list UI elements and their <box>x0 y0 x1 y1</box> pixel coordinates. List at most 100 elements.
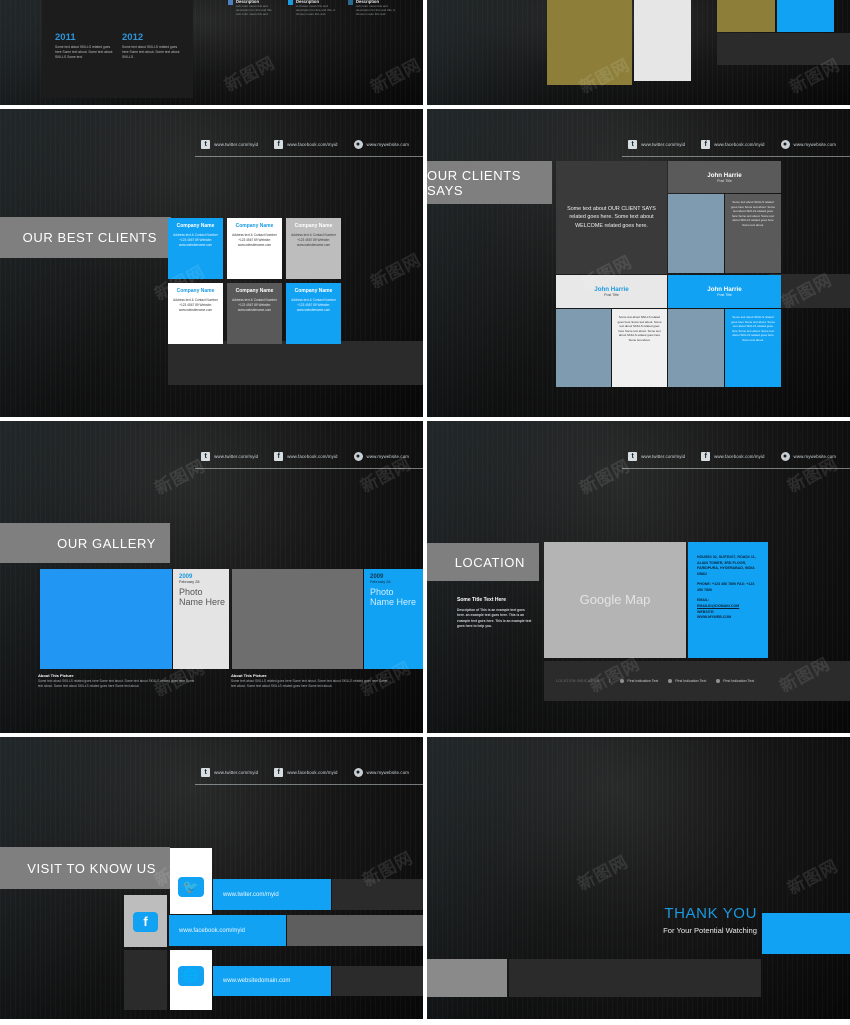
client-card[interactable]: Company Name Address text & Contact Numb… <box>227 218 282 279</box>
social-website[interactable]: ● www.mywebsite.com <box>780 451 836 461</box>
slide-awards[interactable]: 2010 Awards Name Awards For: This Awards… <box>427 0 850 105</box>
website-value[interactable]: WWW.MYWEB.COM <box>697 615 731 619</box>
globe-icon: ● <box>353 139 363 149</box>
watermark: 新图网 <box>367 55 423 98</box>
slide-visit-to-know-us[interactable]: t www.twitter.com/myid f www.facebook.co… <box>0 737 423 1019</box>
social-twitter[interactable]: t www.twitter.com/myid <box>201 451 259 461</box>
facebook-url-bar[interactable]: www.facebook.com/myid <box>169 915 286 946</box>
legend-swatch <box>228 0 233 5</box>
twitter-icon-box[interactable]: 🐦 <box>170 870 212 904</box>
slide-location[interactable]: t www.twitter.com/myid f www.facebook.co… <box>427 421 850 733</box>
gallery-caption-body: Some text about SKILLS related goes here… <box>38 679 195 688</box>
client-name: Company Name <box>176 288 215 294</box>
gallery-image[interactable] <box>232 569 363 669</box>
thank-you-subtitle: For Your Potential Watching <box>663 926 757 935</box>
website-left-tile <box>124 950 167 1010</box>
location-indicator[interactable]: First Indication Text <box>620 679 658 683</box>
award-strip <box>717 33 850 65</box>
client-card[interactable]: Company Name Address text & Contact Numb… <box>286 283 341 344</box>
year-label: 2012 <box>122 32 144 43</box>
footer-dark-block <box>509 959 761 997</box>
client-card[interactable]: Company Name Address text & Contact Numb… <box>286 218 341 279</box>
client-address: Address text & Contact Number +123 4567 … <box>173 233 218 247</box>
social-facebook[interactable]: f www.facebook.com/myid <box>701 451 764 461</box>
social-facebook[interactable]: f www.facebook.com/myid <box>274 451 337 461</box>
address-text: HOUSE# 32, SUITE#07, ROAD# 11, ALIAN TOW… <box>697 555 756 576</box>
social-facebook-url: www.facebook.com/myid <box>287 141 338 147</box>
globe-icon: ● <box>353 767 363 777</box>
website-icon-box[interactable]: 🌐 <box>170 959 212 993</box>
social-facebook[interactable]: f www.facebook.com/myid <box>701 139 764 149</box>
twitter-url-bar[interactable]: www.twiter.com/myid <box>213 879 331 910</box>
dot-icon <box>716 679 721 683</box>
testimonial-name-card: John Harrie Post Title <box>556 275 667 308</box>
facebook-icon-box[interactable]: f <box>124 905 167 939</box>
legend-body: sub color mean this and description for … <box>236 4 273 17</box>
twitter-trailing-bar <box>332 879 423 910</box>
testimonial-text: Some text about SKILLS related goes here… <box>725 309 781 387</box>
social-twitter-url: www.twitter.com/myid <box>214 453 259 459</box>
location-indicator[interactable]: First Indication Text <box>668 679 706 683</box>
social-twitter[interactable]: t www.twitter.com/myid <box>201 767 258 777</box>
watermark: 新图网 <box>574 852 632 895</box>
testimonial-quote: Some text about OUR CLIENT SAYS related … <box>556 161 667 274</box>
watermark: 新图网 <box>784 856 842 899</box>
twitter-icon: t <box>201 451 211 461</box>
social-twitter-url: www.twitter.com/myid <box>641 141 686 147</box>
social-twitter[interactable]: t www.twitter.com/myid <box>628 451 686 461</box>
client-name: Company Name <box>294 288 333 294</box>
social-twitter[interactable]: t www.twitter.com/myid <box>628 139 686 149</box>
facebook-trailing-bar <box>287 915 423 946</box>
social-website[interactable]: ● www.mywebsite.com <box>780 139 836 149</box>
website-url: www.websitedomain.com <box>223 978 291 984</box>
testimonial-photo <box>668 194 724 273</box>
facebook-icon: f <box>701 139 711 149</box>
website-label: WEBSITE: <box>697 609 715 614</box>
client-name: Company Name <box>235 288 274 294</box>
client-address: Address text & Contact Number +123 4567 … <box>232 298 277 312</box>
legend-item: Description sub color mean this and desc… <box>228 0 278 17</box>
thank-you-block: THANK YOU For Your Potential Watching <box>547 905 757 935</box>
gallery-image[interactable] <box>40 569 172 669</box>
website-url-bar[interactable]: www.websitedomain.com <box>213 966 331 996</box>
slide-timeline-chart[interactable]: 2011 Some text about SKILLS related goes… <box>0 0 423 105</box>
client-card[interactable]: Company Name Address text & Contact Numb… <box>227 283 282 344</box>
gallery-photo-name: Photo Name Here <box>370 587 417 608</box>
social-facebook[interactable]: f www.facebook.com/myid <box>274 139 338 149</box>
slide-thank-you[interactable]: THANK YOU For Your Potential Watching 新图… <box>427 737 850 1019</box>
slide-clients-says[interactable]: t www.twitter.com/myid f www.facebook.co… <box>427 109 850 417</box>
phone-text: PHONE: +123 456 7890 FAX: +123 456 7890 <box>697 582 755 592</box>
indicator-label: First Indication Text <box>723 679 755 683</box>
client-card[interactable]: Company Name Address text & Contact Numb… <box>168 218 223 279</box>
social-facebook[interactable]: f www.facebook.com/myid <box>274 767 338 777</box>
timeline-year-2: 2011 Some text about SKILLS related goes… <box>55 32 117 59</box>
google-map-placeholder[interactable]: Google Map <box>544 542 686 658</box>
slide-gallery[interactable]: t www.twitter.com/myid f www.facebook.co… <box>0 421 423 733</box>
dot-icon <box>668 679 673 683</box>
client-name: Company Name <box>294 223 333 229</box>
client-card[interactable]: Company Name Address text & Contact Numb… <box>168 283 223 344</box>
social-website[interactable]: ● www.mywebsite.com <box>353 767 409 777</box>
twitter-icon: t <box>201 139 211 149</box>
social-website[interactable]: ● www.mywebsite.com <box>353 139 409 149</box>
slide-best-clients[interactable]: t www.twitter.com/myid f www.facebook.co… <box>0 109 423 417</box>
gallery-caption: About This Picture Some text about SKILL… <box>38 673 198 689</box>
slide-title-bar: VISIT TO KNOW US <box>0 847 170 889</box>
social-twitter-url: www.twitter.com/myid <box>641 453 686 459</box>
testimonial-photo <box>668 309 724 387</box>
facebook-icon: f <box>274 139 284 149</box>
twitter-url: www.twiter.com/myid <box>223 891 279 898</box>
legend-swatch <box>348 0 353 5</box>
legend-item: Description sub color mean this and desc… <box>348 0 398 17</box>
client-address: Address text & Contact Number +123 4567 … <box>173 298 218 312</box>
address-card: HOUSE# 32, SUITE#07, ROAD# 11, ALIAN TOW… <box>688 542 768 658</box>
location-indicator[interactable]: First Indication Text <box>716 679 754 683</box>
indicator-label: First Indication Text <box>627 679 659 683</box>
social-website[interactable]: ● www.mywebsite.com <box>353 451 409 461</box>
location-side-text: Some Title Text Here Description of This… <box>457 597 532 629</box>
social-facebook-url: www.facebook.com/myid <box>287 769 338 775</box>
twitter-icon: 🐦 <box>178 876 204 898</box>
social-twitter[interactable]: t www.twitter.com/myid <box>201 139 258 149</box>
email-value[interactable]: EMAILID@DOMAIN.COM <box>697 604 739 608</box>
client-name: Company Name <box>176 223 215 229</box>
